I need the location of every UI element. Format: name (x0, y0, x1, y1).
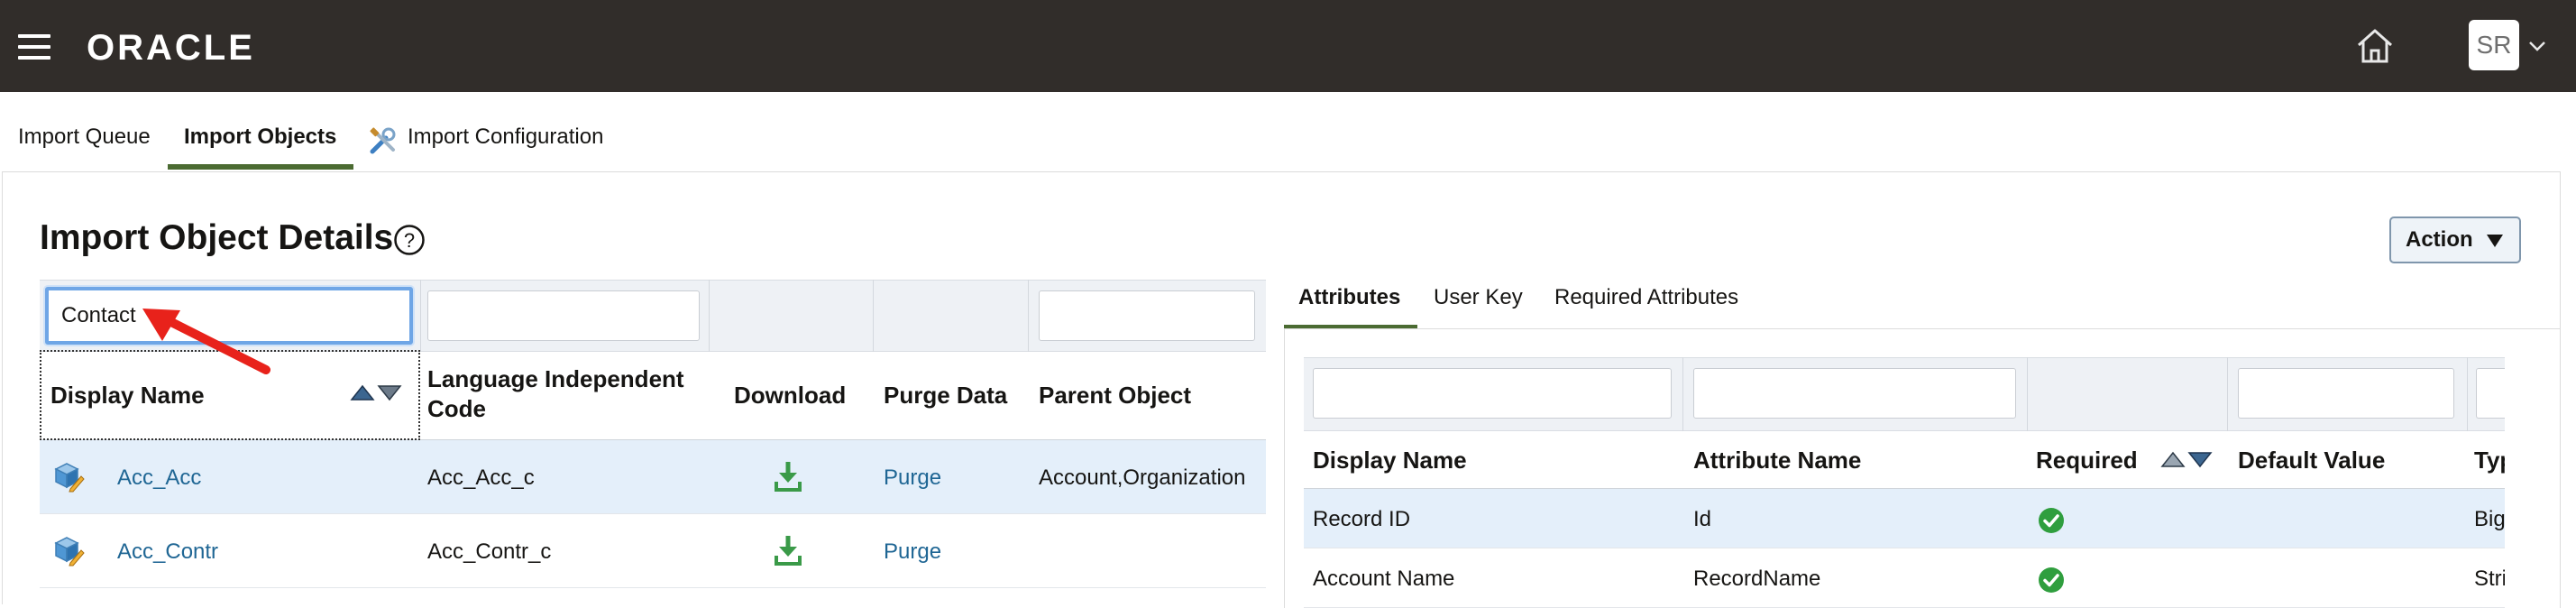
table-row[interactable] (1304, 489, 2505, 548)
tools-icon (370, 127, 396, 154)
svg-text:?: ? (404, 229, 415, 252)
action-menu-button[interactable]: Action (2389, 216, 2521, 263)
column-header-default-value[interactable]: Default Value (2238, 446, 2385, 475)
display-name-filter-input[interactable] (45, 287, 413, 345)
column-header-required[interactable]: Required (2036, 446, 2138, 475)
attr-type: Big (2474, 507, 2505, 531)
object-icon (54, 537, 85, 567)
attr-name: RecordName (1693, 567, 1821, 591)
object-display-name-link[interactable]: Acc_Contr (117, 539, 218, 565)
attr-display-name-filter-input[interactable] (1313, 368, 1672, 419)
column-divider (2027, 357, 2028, 431)
column-divider (2467, 357, 2468, 431)
type-cell-clip: Stri (2474, 548, 2505, 600)
parent-object-value: Account,Organization (1039, 465, 1246, 490)
help-icon[interactable]: ? (393, 224, 426, 256)
check-circle-icon (2039, 508, 2064, 533)
table-row[interactable] (1304, 548, 2505, 608)
parent-object-filter-input[interactable] (1039, 290, 1255, 341)
tab-user-key[interactable]: User Key (1434, 285, 1523, 310)
column-header-purge-data[interactable]: Purge Data (884, 381, 1007, 410)
purge-link[interactable]: Purge (884, 465, 941, 491)
tab-import-queue[interactable]: Import Queue (18, 124, 151, 150)
attr-name-filter-input[interactable] (1693, 368, 2016, 419)
tab-import-objects[interactable]: Import Objects (184, 124, 336, 150)
object-display-name-link[interactable]: Acc_Acc (117, 465, 201, 491)
object-icon (54, 463, 85, 493)
caret-down-icon (2487, 235, 2503, 247)
oracle-logo[interactable]: ORACLE (87, 22, 276, 72)
column-divider (1682, 357, 1683, 431)
column-divider (2227, 357, 2228, 431)
table-row[interactable] (40, 514, 1266, 588)
code-filter-input[interactable] (427, 290, 700, 341)
tab-import-configuration[interactable]: Import Configuration (408, 124, 603, 150)
column-header-parent-object[interactable]: Parent Object (1039, 381, 1191, 410)
type-header-clip: Typ (2474, 431, 2505, 489)
attr-display-name: Record ID (1313, 507, 1411, 531)
home-icon[interactable] (2353, 25, 2397, 67)
column-header-type[interactable]: Typ (2474, 446, 2505, 475)
type-filter-input[interactable] (2476, 368, 2505, 419)
column-divider (1028, 280, 1029, 352)
tab-attributes[interactable]: Attributes (1298, 285, 1400, 310)
hamburger-menu-icon[interactable] (18, 34, 50, 60)
default-value-filter-input[interactable] (2238, 368, 2454, 419)
check-circle-icon (2039, 567, 2064, 593)
sort-icon[interactable] (350, 382, 404, 402)
column-divider (420, 280, 421, 352)
column-divider (873, 280, 874, 352)
user-initials: SR (2476, 31, 2512, 59)
object-code: Acc_Acc_c (427, 465, 535, 490)
type-cell-clip: Big (2474, 489, 2505, 548)
purge-link[interactable]: Purge (884, 539, 941, 565)
column-header-display-name[interactable]: Display Name (50, 381, 205, 410)
column-header-language-independent-code[interactable]: Language Independent Code (427, 364, 698, 424)
column-header-attr-display-name[interactable]: Display Name (1313, 446, 1467, 475)
user-avatar[interactable]: SR (2469, 20, 2519, 70)
column-header-attribute-name[interactable]: Attribute Name (1693, 446, 1861, 475)
action-button-label: Action (2406, 227, 2473, 252)
chevron-down-icon[interactable] (2526, 38, 2548, 54)
active-tab-indicator (168, 164, 353, 170)
attr-display-name: Account Name (1313, 567, 1455, 591)
object-code: Acc_Contr_c (427, 539, 552, 564)
attr-type: Stri (2474, 567, 2505, 591)
download-icon[interactable] (774, 460, 802, 493)
attr-name: Id (1693, 507, 1712, 531)
app-header: ORACLE SR (0, 0, 2576, 92)
download-icon[interactable] (774, 534, 802, 567)
sort-icon[interactable] (2160, 449, 2214, 469)
column-header-download[interactable]: Download (734, 381, 846, 410)
page-title: Import Object Details (40, 218, 394, 257)
column-divider (709, 280, 710, 352)
svg-text:ORACLE: ORACLE (87, 28, 255, 68)
tab-required-attributes[interactable]: Required Attributes (1554, 285, 1738, 310)
